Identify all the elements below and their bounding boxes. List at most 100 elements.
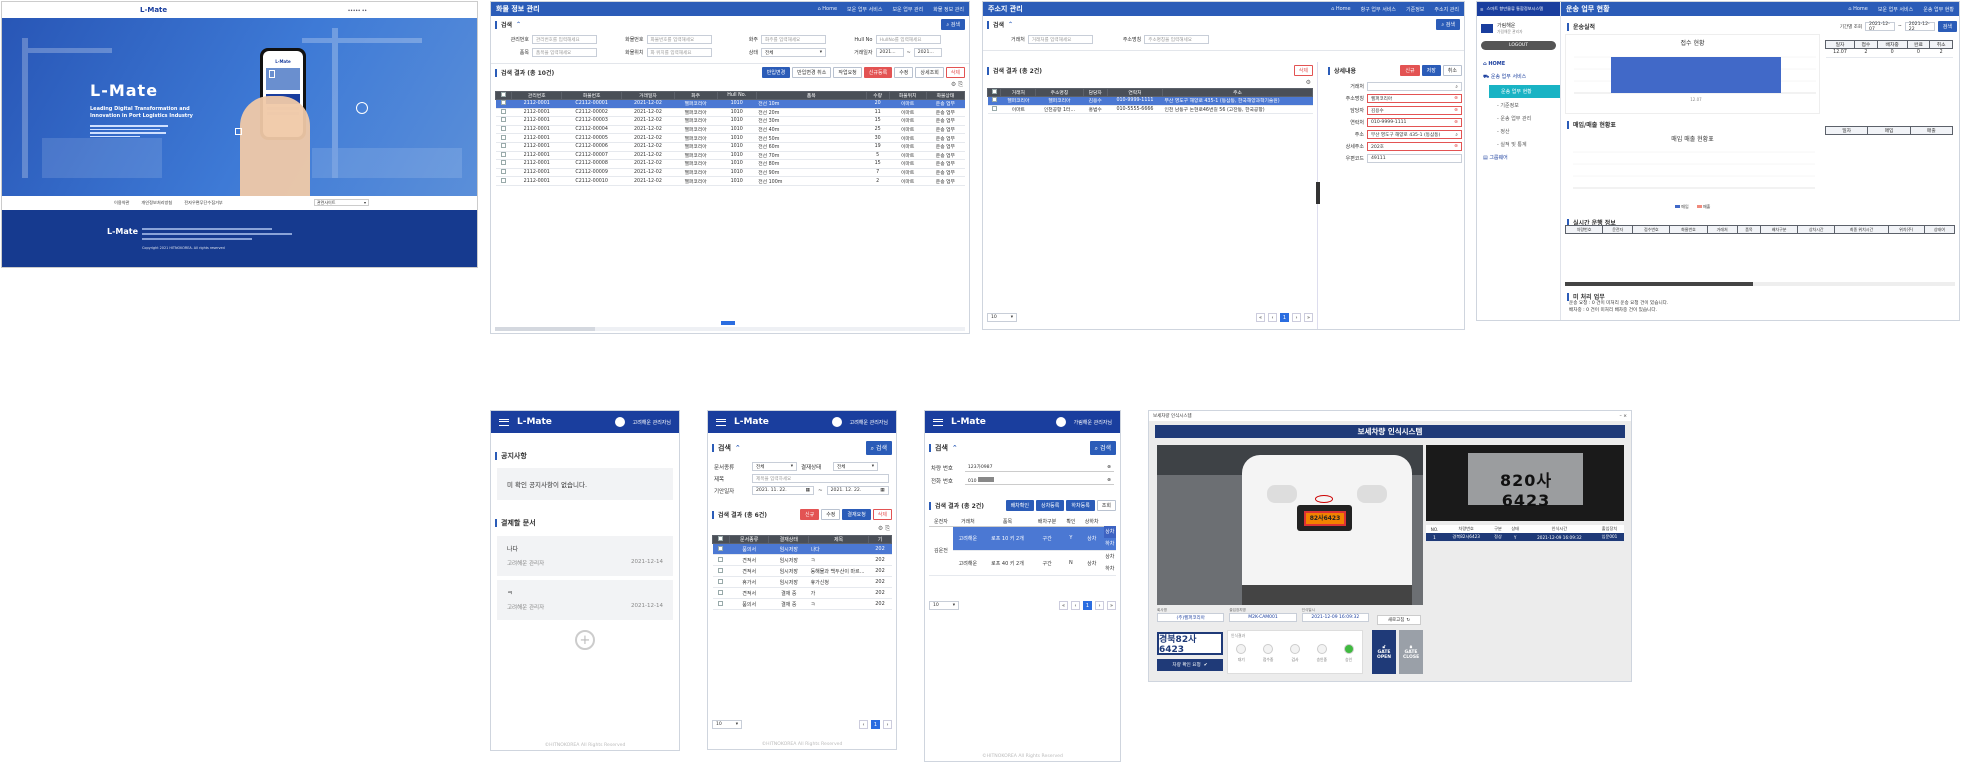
client-input[interactable]: 거래처를 입력해세요 — [1027, 35, 1093, 44]
table-row[interactable]: 헬퍼코리아 헬퍼코리아 김용수 010-9999-1111 부산 영도구 해양로 435… — [987, 96, 1313, 106]
col-header[interactable]: 연락처 — [1106, 88, 1164, 97]
gate-close-button[interactable]: 🔒︎ GATE CLOSE — [1399, 630, 1423, 674]
table-row[interactable]: 견적서 임시저장 동해물과 백두산이 마르... 202 — [712, 565, 892, 577]
row-checkbox[interactable] — [495, 125, 512, 135]
edit-button[interactable]: 수정 — [894, 67, 914, 78]
app-logo[interactable]: L-Mate — [517, 417, 607, 427]
status-select[interactable]: 전체 ▾ — [761, 48, 826, 57]
cargo-no-input[interactable]: 화물번호를 입력해세요 — [646, 35, 712, 44]
close-icon[interactable]: × — [1623, 414, 1627, 419]
breadcrumb-item[interactable]: 기준정보 — [1406, 6, 1424, 13]
delete-button[interactable]: 삭제 — [945, 67, 965, 78]
menu-base-info[interactable]: - 기준정보 — [1477, 99, 1560, 112]
avatar[interactable] — [1055, 417, 1066, 427]
field-input[interactable]: 김용수 ⊗ — [1367, 106, 1462, 115]
date-from-input[interactable]: 2021-12-07 — [1865, 22, 1896, 32]
column-settings-icon[interactable]: ⚙ — [878, 525, 883, 532]
save-button[interactable]: 저장 — [1421, 65, 1441, 76]
date-to-input[interactable]: 2021. 12. 22. ▦ — [826, 486, 889, 495]
car-no-input[interactable]: 123가0987 ⊗ — [964, 463, 1114, 472]
menu-settlement[interactable]: - 정산 — [1477, 125, 1560, 138]
minimize-icon[interactable]: – — [1620, 414, 1622, 419]
collapse-icon[interactable]: ⌃ — [516, 21, 521, 28]
breadcrumb-item[interactable]: 보운 업무 관리 — [892, 6, 923, 13]
table-row[interactable]: 2112-0001 C2112-00006 2021-12-02 헬퍼코리아 1010 전… — [495, 142, 965, 152]
date-to-input[interactable]: 2021-12-22 — [1904, 22, 1935, 32]
hull-no-input[interactable]: HullNo를 입력해세요 — [875, 35, 941, 44]
unloading-register-button[interactable]: 하차등록 — [1066, 500, 1095, 511]
table-row[interactable]: 이마트 인천공항 1터... 홍범수 010-5555-6666 인천 남동구 논현로4… — [987, 105, 1313, 115]
shipper-input[interactable]: 화주를 입력해세요 — [761, 35, 826, 44]
state-select[interactable]: 전체 ▾ — [833, 462, 878, 471]
cancel-button[interactable]: 취소 — [1442, 65, 1462, 76]
field-input[interactable]: ⌕ — [1367, 82, 1462, 91]
field-input[interactable]: 202호 ⊗ — [1367, 142, 1462, 151]
loading-register-button[interactable]: 상차등록 — [1035, 500, 1065, 511]
delete-button[interactable]: 삭제 — [872, 509, 892, 520]
prev-page-icon[interactable]: ‹ — [1071, 601, 1080, 610]
col-header[interactable]: 거래처 — [1000, 88, 1037, 97]
row-checkbox[interactable] — [987, 105, 1001, 115]
table-row[interactable]: 2112-0001 C2112-00005 2021-12-02 헬퍼코리아 1010 전… — [495, 133, 965, 143]
view-button[interactable]: 조회 — [1096, 500, 1116, 511]
gate-open-button[interactable]: 🔓︎ GATE OPEN — [1372, 630, 1396, 674]
row-checkbox[interactable] — [987, 96, 1001, 106]
column-settings-icon[interactable]: ⚙ — [1306, 79, 1311, 86]
col-header[interactable]: Hull No. — [716, 91, 757, 100]
document-card[interactable]: 나다 고려해운 관리자 2021-12-14 — [497, 536, 673, 576]
refresh-button[interactable]: 새로고침 ↻ — [1377, 615, 1421, 625]
field-input[interactable]: 49111 — [1367, 154, 1462, 163]
table-row[interactable]: 2112-0001 C2112-00004 2021-12-02 헬퍼코리아 1010 전… — [495, 125, 965, 135]
page-size-select[interactable]: 10 ▾ — [987, 313, 1017, 322]
document-card[interactable]: ㅋ 고려해운 관리자 2021-12-14 — [497, 580, 673, 620]
page-size-select[interactable]: 10 ▾ — [712, 720, 742, 729]
search-button[interactable]: ⌕ 검색 — [1089, 441, 1116, 455]
menu-home[interactable]: ⌂ HOME — [1477, 58, 1560, 70]
row-checkbox[interactable] — [495, 116, 512, 126]
row-checkbox[interactable] — [495, 99, 512, 109]
col-header[interactable]: 기 — [868, 535, 892, 544]
col-header[interactable]: 주소 — [1162, 88, 1313, 97]
avatar[interactable] — [614, 417, 625, 427]
pending-transport[interactable]: 운송 요청 : 0 건이 미처리 운송 요청 건이 있습니다. — [1569, 300, 1668, 307]
table-row[interactable]: 견적서 임시저장 ㅋ 202 — [712, 554, 892, 566]
first-page-icon[interactable]: « — [1256, 313, 1265, 322]
menu-groupware[interactable]: ▤ 그룹웨어 — [1477, 151, 1560, 164]
table-row[interactable]: 2112-0001 C2112-00002 2021-12-02 헬퍼코리아 1010 전… — [495, 108, 965, 118]
table-row[interactable]: 고려해운 로프 40 키 2개 구간 N 상차 상차 하차 — [929, 550, 1116, 576]
new-button[interactable]: 신규등록 — [863, 67, 893, 78]
link-privacy[interactable]: 개인정보처리방침 — [141, 200, 172, 206]
table-row[interactable]: 2112-0001 C2112-00003 2021-12-02 헬퍼코리아 1010 전… — [495, 116, 965, 126]
column-settings-icon[interactable]: ⚙ — [951, 81, 956, 88]
app-logo[interactable]: L-Mate — [951, 417, 1048, 427]
collapse-icon[interactable]: ⌃ — [952, 444, 958, 452]
load-unload-cell[interactable]: 상차 하차 — [1103, 526, 1116, 551]
export-icon[interactable]: ⎘ — [958, 81, 963, 88]
field-input[interactable]: 헬퍼코리아 ⊗ — [1367, 94, 1462, 103]
change-entry-button[interactable]: 반입변경 — [761, 67, 791, 78]
logout-button[interactable]: LOGOUT — [1481, 41, 1556, 50]
menu-transport[interactable]: ⛟ 운송 업무 서비스 — [1477, 70, 1560, 84]
mgmt-no-input[interactable]: 관리번호를 입력해세요 — [532, 35, 597, 44]
date-from-input[interactable]: 2021. 11. 22. ▦ — [752, 486, 814, 495]
col-header[interactable]: 화물번호 — [561, 91, 623, 100]
table-row[interactable]: 1 경북82사6423 정상 Y 2021-12-09 16:09:32 입문001 — [1426, 533, 1624, 543]
new-button[interactable]: 신규 — [799, 509, 820, 520]
avatar[interactable] — [831, 417, 842, 427]
table-row[interactable]: 2112-0001 C2112-00001 2021-12-02 헬퍼코리아 1010 전… — [495, 99, 965, 109]
unloading-status[interactable]: 하차 — [1103, 538, 1116, 550]
row-checkbox[interactable] — [495, 159, 512, 169]
home-icon[interactable]: ⌂ Home — [818, 6, 838, 13]
col-header[interactable]: 관리번호 — [511, 91, 563, 100]
col-header[interactable]: 수량 — [865, 91, 890, 100]
table-row[interactable]: 휴가서 임시저장 휴가신청 202 — [712, 576, 892, 588]
unloading-status[interactable]: 하차 — [1104, 563, 1116, 575]
delete-button[interactable]: 삭제 — [1293, 65, 1313, 76]
location-input[interactable]: 화 위치를 입력해세요 — [646, 48, 712, 57]
date-to-input[interactable]: 2021... — [913, 48, 942, 57]
add-document-button[interactable]: + — [575, 630, 595, 650]
loading-status[interactable]: 상차 — [1103, 526, 1116, 538]
row-checkbox[interactable] — [712, 587, 730, 599]
row-checkbox[interactable] — [495, 108, 512, 118]
field-input[interactable]: 부산 영도구 해양로 435-1 (동삼동) ⌕ — [1367, 130, 1462, 139]
